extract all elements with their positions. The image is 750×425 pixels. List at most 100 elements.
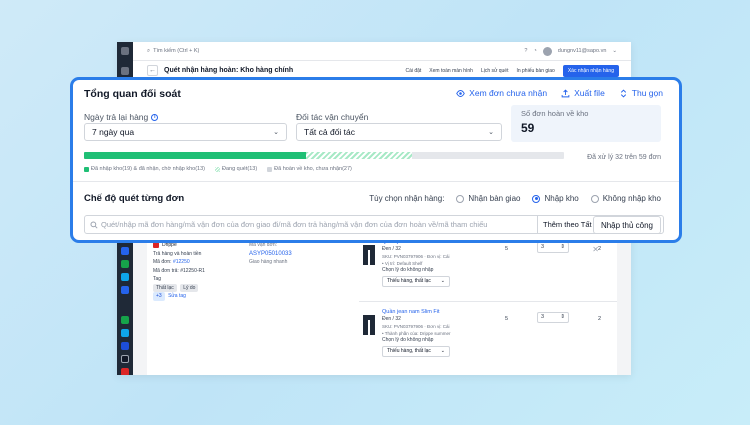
view-unreceived-button[interactable]: Xem đơn chưa nhận: [456, 88, 547, 98]
menu-icon[interactable]: [121, 47, 129, 55]
tag-actions: +3 Sửa tag: [153, 292, 253, 301]
legend-swatch: [215, 166, 220, 172]
global-search-placeholder: Tìm kiếm (Ctrl + K): [153, 48, 200, 54]
app-topbar: ⌕ Tìm kiếm (Ctrl + K) ? ◔ dungnv11@sapo.…: [133, 42, 631, 61]
legend-swatch: [84, 166, 89, 172]
legend-swatch: [267, 166, 273, 172]
chevron-down-icon: ⌄: [273, 129, 279, 136]
radio-checked-icon[interactable]: [532, 194, 541, 203]
facebook-icon[interactable]: [121, 342, 129, 350]
app-icon[interactable]: [121, 368, 129, 375]
product-sku: SKU: PVN03797906 · Đơn vị: Cái: [382, 254, 450, 259]
order-code: Mã đơn: #12250: [153, 259, 190, 265]
notification-icon[interactable]: ◔: [533, 48, 536, 54]
more-tags-badge[interactable]: +3: [153, 292, 165, 301]
app-icon[interactable]: [121, 316, 129, 324]
product-variant: Đen / 32: [382, 316, 401, 322]
return-qty: 5: [505, 316, 509, 322]
return-code: Mã đơn trả: #12250-R1: [153, 267, 205, 274]
scan-history-button[interactable]: Lịch sử quét: [481, 68, 509, 74]
back-button[interactable]: ←: [147, 65, 158, 76]
tag-list: Thất lạc Lý do: [153, 283, 253, 292]
option-no-stock-in[interactable]: Không nhập kho: [590, 194, 661, 203]
order-code-link[interactable]: #12250: [173, 259, 190, 265]
option-stock-in[interactable]: Nhập kho: [532, 194, 579, 203]
export-button[interactable]: Xuất file: [561, 88, 605, 98]
chevron-down-icon: ⌄: [440, 278, 445, 284]
stepper-arrows-icon[interactable]: ⇕: [560, 314, 565, 321]
chevron-down-icon: ⌄: [488, 129, 494, 136]
carrier-select[interactable]: Tất cả đối tác ⌄: [296, 123, 502, 141]
quantity-stepper[interactable]: 3 ⇕: [537, 312, 569, 323]
edit-tags-link[interactable]: Sửa tag: [168, 293, 186, 299]
home-icon[interactable]: [121, 67, 129, 75]
collapse-button[interactable]: Thu gọn: [619, 88, 663, 98]
product-row: Quần jean nam Slim Fit Đen / 32 SKU: PVN…: [362, 239, 612, 297]
scan-input-placeholder: Quét/nhập mã đơn hàng/mã vận đơn của đơn…: [101, 220, 488, 229]
print-handover-button[interactable]: In phiếu bàn giao: [516, 68, 554, 74]
order-status: Trả hàng và hoàn tiền: [153, 250, 202, 257]
scan-section: Chế độ quét từng đơn Tùy chọn nhận hàng:…: [73, 182, 679, 240]
progress-text: Đã xử lý 32 trên 59 đơn: [587, 154, 661, 161]
warehouse-select[interactable]: Kho hàng chính: [240, 67, 293, 74]
app-icon[interactable]: [121, 355, 129, 363]
app-icon[interactable]: [121, 329, 129, 337]
return-date-label: Ngày trả lại hàng i: [84, 112, 159, 122]
reason-label: Chọn lý do không nhập: [382, 337, 434, 343]
reason-select[interactable]: Thiếu hàng, thất lạc ⌄: [382, 346, 450, 357]
app-icon[interactable]: [121, 273, 129, 281]
radio-icon[interactable]: [456, 194, 465, 203]
confirm-receive-button[interactable]: Xác nhận nhận hàng: [562, 64, 619, 77]
stat-value: 59: [521, 121, 535, 135]
shipment-code-link[interactable]: ASYP05010033: [249, 250, 339, 259]
reason-label: Chọn lý do không nhập: [382, 267, 434, 273]
app-icon[interactable]: [121, 286, 129, 294]
legend-item: Đã nhập kho(19) & đã nhận, chờ nhập kho(…: [84, 166, 205, 172]
divider: [359, 301, 617, 302]
settings-button[interactable]: Cài đặt: [405, 68, 421, 74]
quantity-stepper[interactable]: 3 ⇕: [537, 242, 569, 253]
user-email[interactable]: dungnv11@sapo.vn: [558, 48, 607, 54]
global-search[interactable]: ⌕ Tìm kiếm (Ctrl + K): [147, 48, 199, 55]
product-name-link[interactable]: Quần jean nam Slim Fit: [382, 309, 492, 316]
app-icon[interactable]: [121, 247, 129, 255]
legend-item: Đang quét(13): [215, 166, 257, 172]
product-thumbnail: [362, 313, 376, 335]
app-icon[interactable]: [121, 260, 129, 268]
progress-legend: Đã nhập kho(19) & đã nhận, chờ nhập kho(…: [84, 166, 352, 172]
fullscreen-button[interactable]: Xem toàn màn hình: [429, 68, 473, 74]
overview-section: Tổng quan đối soát Xem đơn chưa nhận Xuấ…: [73, 80, 679, 178]
carrier-label: Đối tác vận chuyển: [296, 112, 369, 122]
product-variant: Đen / 32: [382, 246, 401, 252]
carrier-name: Giao hàng nhanh: [249, 259, 288, 265]
tag-label: Tag: [153, 276, 162, 282]
chevron-down-icon[interactable]: ⌄: [612, 48, 617, 54]
help-icon[interactable]: ?: [524, 48, 527, 54]
stepper-arrows-icon[interactable]: ⇕: [560, 244, 565, 251]
close-icon[interactable]: ✕: [592, 245, 599, 254]
radio-icon[interactable]: [590, 194, 599, 203]
chevron-down-icon: ⌄: [440, 348, 445, 354]
shop-icon: [153, 242, 159, 249]
product-sku: SKU: PVN03797906 · Đơn vị: Cái: [382, 324, 450, 329]
returned-orders-stat: Số đơn hoàn về kho 59: [511, 105, 661, 142]
return-qty: 5: [505, 246, 509, 252]
manual-entry-button[interactable]: Nhập thủ công: [592, 216, 661, 234]
progress-bar: [84, 152, 564, 159]
avatar[interactable]: [542, 46, 552, 56]
receive-options: Tùy chọn nhận hàng: Nhận bàn giao Nhập k…: [369, 194, 661, 203]
receive-options-label: Tùy chọn nhận hàng:: [369, 194, 445, 203]
product-row: Quần jean nam Slim Fit Đen / 32 SKU: PVN…: [362, 309, 612, 367]
info-icon[interactable]: i: [151, 113, 159, 121]
option-handover[interactable]: Nhận bàn giao: [456, 194, 520, 203]
reason-select[interactable]: Thiếu hàng, thất lạc ⌄: [382, 276, 450, 287]
eye-icon: [456, 89, 465, 97]
return-date-select[interactable]: 7 ngày qua ⌄: [84, 123, 287, 141]
progress-pending: [306, 152, 412, 159]
scan-input[interactable]: Quét/nhập mã đơn hàng/mã vận đơn của đơn…: [84, 215, 664, 234]
order-info: Drippe Trả hàng và hoàn tiền Mã đơn: #12…: [153, 241, 253, 301]
highlight-card: Tổng quan đối soát Xem đơn chưa nhận Xuấ…: [70, 77, 682, 243]
collapse-icon: [620, 88, 626, 98]
legend-item: Đã hoàn về kho, chưa nhận(27): [267, 166, 352, 172]
search-icon: [87, 220, 101, 229]
